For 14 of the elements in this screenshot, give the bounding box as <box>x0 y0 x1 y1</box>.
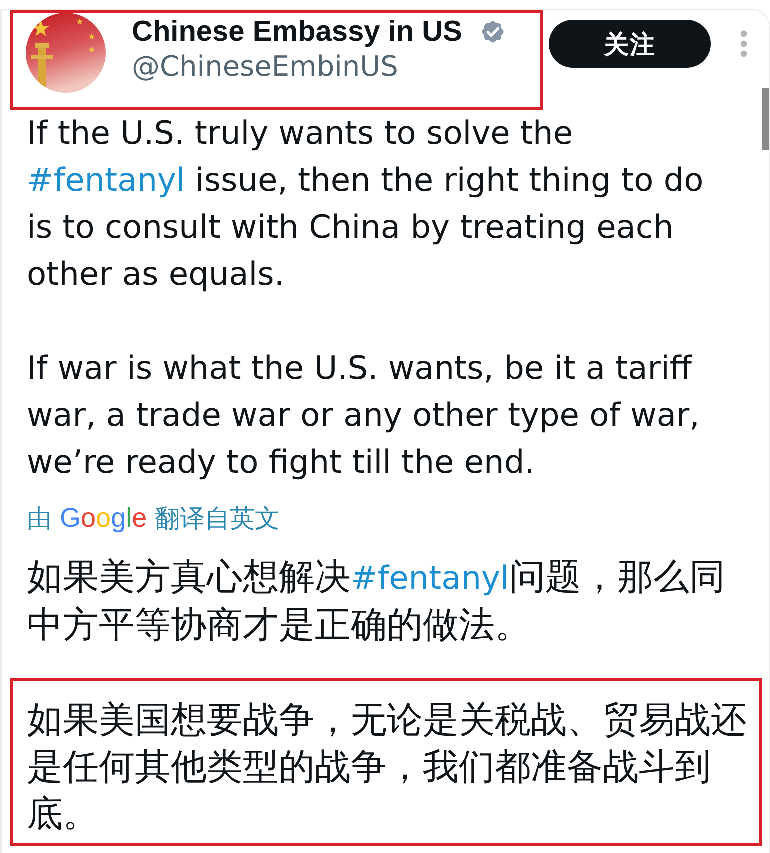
post-text: If war is what the U.S. wants, be it a tariff war, a trade war or any other type of war, we’re ready to fight till the end. <box>27 348 701 483</box>
google-logo: Google <box>60 502 148 534</box>
translated-text: 如果美国想要战争，无论是关税战、贸易战还是任何其他类型的战争，我们都准备战斗到底。 <box>27 699 748 837</box>
hashtag-link[interactable]: #fentanyl <box>351 559 510 597</box>
translation-source-text: 翻译自英文 <box>155 503 280 535</box>
account-name[interactable]: Chinese Embassy in US <box>132 14 462 50</box>
hashtag-link[interactable]: #fentanyl <box>27 161 186 199</box>
account-handle[interactable]: @ChineseEmbinUS <box>132 50 398 84</box>
follow-button[interactable]: 关注 <box>549 20 711 68</box>
post-text: If the U.S. truly wants to solve the #fentanyl issue, then the right thing to do is to consult with China by treating each other as equals. <box>27 113 705 295</box>
scrollbar-thumb[interactable] <box>762 88 769 150</box>
translated-text: 如果美方真心想解决#fentanyl问题，那么同中方平等协商才是正确的做法。 <box>27 556 726 648</box>
translation-by-text: 由 <box>27 503 52 535</box>
more-options-icon[interactable] <box>740 30 748 58</box>
